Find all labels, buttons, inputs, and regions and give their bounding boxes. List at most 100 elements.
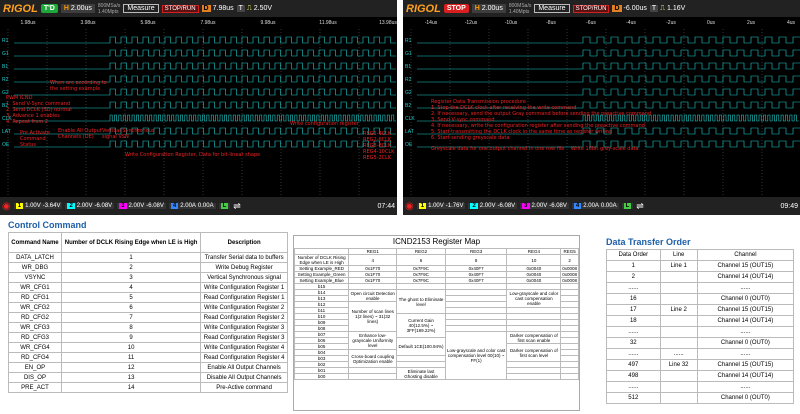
delay-box[interactable]: D 7.98us — [201, 5, 234, 12]
channel-1[interactable]: 1 1.00V -1.76V — [416, 203, 466, 209]
measure-button[interactable]: Measure — [534, 4, 570, 13]
table-row: 32 Channel 0 (OUT0) — [606, 337, 795, 349]
table-cell: WR_CFG3 — [8, 322, 62, 333]
column-header: Channel — [696, 249, 795, 261]
table-cell: WR_CFG2 — [8, 302, 62, 313]
table-cell — [659, 392, 698, 404]
channel-3[interactable]: 3 2.00V -6.08V — [117, 203, 166, 209]
table-cell: 9 — [60, 332, 202, 343]
scope-annotation: REG1-4CLK REG2-6CLK REG3-8CLK REG4-10CLK… — [363, 131, 395, 161]
table-row: 497 Line 32 Channel 15 (OUT15) — [606, 359, 795, 371]
logic-analyzer[interactable]: L — [218, 203, 231, 209]
table-row: RD_CFG3 9 Read Configuration Register 3 — [8, 332, 288, 343]
table-cell: 8 — [60, 322, 202, 333]
table-cell: RD_CFG3 — [8, 332, 62, 343]
register-map-title: ICND2153 Register Map — [392, 237, 481, 246]
table-cell: 12 — [60, 362, 202, 373]
measure-button[interactable]: Measure — [123, 4, 159, 13]
table-cell — [659, 271, 698, 283]
table-cell: WR_CFG1 — [8, 282, 62, 293]
channel-1[interactable]: 1 1.00V -3.64V — [13, 203, 63, 209]
signal-label: B2 — [405, 103, 411, 109]
channel-4[interactable]: 4 2.00A 0.00A — [571, 203, 619, 209]
table-cell: Channel 0 (OUT0) — [696, 392, 795, 404]
table-cell: ...... — [696, 381, 795, 393]
table-cell: Line 2 — [659, 304, 698, 316]
table-cell: Cross-board coupling Optimization enable — [348, 349, 398, 368]
signal-trace — [417, 49, 800, 57]
table-cell: 14 — [60, 382, 202, 393]
table-cell: 6 — [60, 302, 202, 313]
table-cell: 10 — [506, 254, 562, 266]
table-cell: Number of scan lines 1(2 lines) ~ 31(32 … — [348, 301, 398, 332]
scope-annotation: Pre Activate Command Status — [20, 130, 51, 148]
time-mark-label: 0us — [707, 20, 716, 26]
table-cell: DATA_LATCH — [8, 252, 62, 263]
channel-2[interactable]: 2 2.00V -6.08V — [65, 203, 115, 209]
time-mark-label: -2us — [666, 20, 676, 26]
channel-3[interactable]: 3 2.00V -6.08V — [520, 203, 569, 209]
table-cell: 10 — [60, 342, 202, 353]
column-header: Command Name — [8, 232, 62, 253]
table-cell: VSYNC — [8, 272, 62, 283]
table-row: Number of DCLK Rising Edge when LE is Hi… — [293, 254, 579, 266]
signal-trace — [417, 88, 800, 96]
table-cell: The ghost to Eliminate level — [396, 289, 446, 314]
register-map: ICND2153 Register Map REG1 REG2 REG3 REG4 RE… — [293, 235, 580, 411]
table-cell: Channel 14 (OUT14) — [696, 370, 795, 382]
time-mark-label: 13.98us — [379, 20, 397, 26]
table-cell: ...... — [696, 282, 795, 294]
logic-analyzer[interactable]: L — [621, 203, 634, 209]
horizontal-box[interactable]: H 2.00us — [60, 4, 95, 13]
signal-label: OE — [2, 142, 10, 148]
table-cell: RD_CFG2 — [8, 312, 62, 323]
signal-label: LAT — [405, 129, 414, 135]
table-cell: WR_CFG4 — [8, 342, 62, 353]
sample-info: 800MSa/s 1.40Mpts — [508, 2, 532, 15]
table-cell: Channel 15 (OUT15) — [696, 359, 795, 371]
table-cell: Darker compensation of first scan enable — [506, 331, 562, 344]
table-cell: 8 — [444, 254, 508, 266]
table-cell: 2 — [560, 254, 579, 266]
time-mark-label: 9.98us — [260, 20, 276, 26]
scope-annotation: When are according to the setting exampl… — [50, 80, 107, 92]
data-transfer-table: Data Order Line Channel 1 Line 1 Channel 15 … — [606, 249, 795, 404]
table-cell: REG5 — [560, 248, 579, 255]
column-header: Line — [659, 249, 698, 261]
table-row: 2 Channel 14 (OUT14) — [606, 271, 795, 283]
table-cell: 2 — [606, 271, 661, 283]
time-mark-label: 4us — [787, 20, 796, 26]
stop-run-button[interactable]: STOP/RUN — [161, 4, 199, 13]
channel-4[interactable]: 4 2.00A 0.00A — [168, 203, 216, 209]
table-cell: Channel 14 (OUT14) — [696, 271, 795, 283]
table-cell: Channel 0 (OUT0) — [696, 337, 795, 349]
table-row: DATA_LATCH 1 Transfer Serial data to buffe… — [8, 252, 288, 263]
table-cell: ...... — [659, 348, 698, 360]
delay-box[interactable]: D -6.00us — [612, 5, 647, 12]
stop-run-button[interactable]: STOP/RUN — [572, 4, 610, 13]
trigger-box[interactable]: T ⎍ 1.16V — [649, 4, 685, 13]
register-map-table: REG1 REG2 REG3 REG4 REG5 Number of DCLK Risin… — [293, 248, 579, 380]
table-cell: 17 — [606, 304, 661, 316]
scope-toolbar: RIGOL STOP H 2.00us 800MSa/s 1.40Mpts Mea… — [403, 0, 800, 17]
menu-icon[interactable]: ◉ — [405, 201, 414, 212]
table-cell: Channel 15 (OUT15) — [696, 260, 795, 272]
table-row: 17 Line 2 Channel 15 (OUT15) — [606, 304, 795, 316]
trigger-box[interactable]: T ⎍ 2.50V — [236, 4, 272, 13]
table-cell — [659, 326, 698, 338]
table-cell: 1 — [606, 260, 661, 272]
menu-icon[interactable]: ◉ — [2, 201, 11, 212]
signal-trace — [14, 62, 396, 70]
table-cell: Low-grayscale and color cast compensatio… — [444, 331, 508, 380]
table-cell: 2 — [60, 262, 202, 273]
scope-annotation: PWM ICND 1. Send V-Sync command 2. Send … — [6, 95, 72, 125]
table-cell: ...... — [606, 282, 661, 294]
signal-label: G2 — [405, 90, 412, 96]
table-cell — [659, 370, 698, 382]
table-row: 16 Channel 0 (OUT0) — [606, 293, 795, 305]
channel-2[interactable]: 2 2.00V -6.08V — [468, 203, 518, 209]
horizontal-box[interactable]: H 2.00us — [471, 4, 506, 13]
table-cell: Write Debug Register — [200, 262, 288, 273]
table-cell: Channel 0 (OUT0) — [696, 293, 795, 305]
table-cell: ...... — [606, 381, 661, 393]
